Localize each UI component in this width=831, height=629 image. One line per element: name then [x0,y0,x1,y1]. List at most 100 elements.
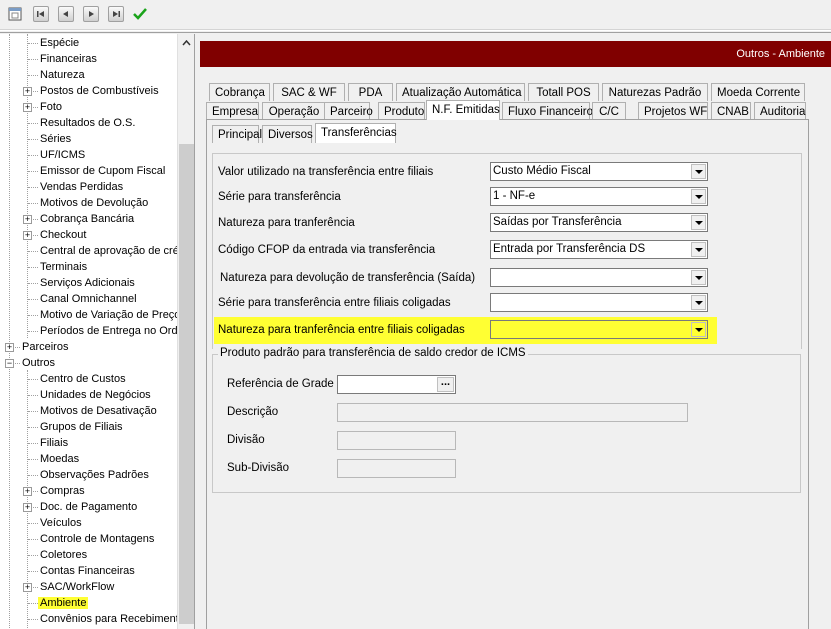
tree-item[interactable]: Coletores [38,547,89,563]
form-select[interactable] [490,293,708,312]
subtab-principal[interactable]: Principal [212,125,262,143]
tree-item[interactable]: Central de aprovação de cré [38,243,181,259]
tab-n-f-emitidas[interactable]: N.F. Emitidas [426,100,500,120]
tree-item[interactable]: Postos de Combustíveis [38,83,161,99]
tree-item[interactable]: Observações Padrões [38,467,151,483]
tree-item[interactable]: Parceiros [20,339,70,355]
tree-item[interactable]: SAC/WorkFlow [38,579,116,595]
tree-item[interactable]: Espécie [38,35,81,51]
tree-item[interactable]: Serviços Adicionais [38,275,137,291]
tree-item[interactable]: Moedas [38,451,81,467]
expand-icon[interactable]: + [5,343,14,352]
scroll-up-icon[interactable] [178,34,194,51]
tree-item-label: Natureza [40,69,85,81]
tree-connector [28,395,38,396]
tree-item[interactable]: Séries [38,131,73,147]
expand-icon[interactable]: + [23,487,32,496]
tree-item[interactable]: Outros [20,355,57,371]
tree-item[interactable]: Motivos de Devolução [38,195,150,211]
grade-input[interactable]: ... [337,375,456,394]
tab-pda[interactable]: PDA [348,83,393,101]
next-record-icon[interactable] [83,6,99,22]
tree-item[interactable]: Controle de Montagens [38,531,156,547]
tree-item[interactable]: Compras [38,483,87,499]
tree-connector [28,555,38,556]
collapse-icon[interactable]: − [5,359,14,368]
tree-item[interactable]: Contas Financeiras [38,563,137,579]
tree-item-label: Motivo de Variação de Preço [40,309,181,321]
tree-item[interactable]: Filiais [38,435,70,451]
form-select[interactable]: 1 - NF-e [490,187,708,206]
tree-item[interactable]: Resultados de O.S. [38,115,137,131]
form-select[interactable]: Custo Médio Fiscal [490,162,708,181]
tab-totall-pos[interactable]: Totall POS [528,83,599,101]
tab-empresa[interactable]: Empresa [206,102,259,120]
tab-parceiro[interactable]: Parceiro [324,102,373,120]
tree-item[interactable]: Convênios para Recebimento [38,611,187,627]
chevron-down-icon[interactable] [691,164,706,179]
tab-cobran-a[interactable]: Cobrança [209,83,270,101]
tree-connector [28,59,38,60]
tree-item[interactable]: Períodos de Entrega no Orde [38,323,186,339]
tree-item[interactable]: Unidades de Negócios [38,387,153,403]
tab-moeda-corrente[interactable]: Moeda Corrente [711,83,805,101]
tab-naturezas-padr-o[interactable]: Naturezas Padrão [602,83,708,101]
tree-item[interactable]: Foto [38,99,64,115]
tree-item[interactable]: Cobrança Bancária [38,211,136,227]
window-icon[interactable] [7,6,23,22]
chevron-down-icon[interactable] [691,215,706,230]
tree-item[interactable]: Veículos [38,515,84,531]
tree-connector [28,331,38,332]
tree-item[interactable]: Ambiente [38,595,89,611]
checkmark-icon[interactable] [132,6,148,22]
tree-item[interactable]: Grupos de Filiais [38,419,125,435]
tab-projetos-wf[interactable]: Projetos WF [638,102,708,120]
chevron-down-icon[interactable] [691,322,706,337]
tree-item[interactable]: Natureza [38,67,87,83]
subtab-transferencias[interactable]: Transferências [315,123,397,143]
tab-opera-o[interactable]: Operação [262,102,326,120]
tree-item[interactable]: Checkout [38,227,88,243]
prev-record-icon[interactable] [58,6,74,22]
expand-icon[interactable]: + [23,503,32,512]
last-record-icon[interactable] [108,6,124,22]
form-select[interactable]: Saídas por Transferência [490,213,708,232]
form-select[interactable] [490,320,708,339]
form-select[interactable] [490,268,708,287]
tree-item[interactable]: Motivo de Variação de Preço [38,307,182,323]
tree-connector [28,523,38,524]
tree-scrollbar[interactable] [177,34,194,629]
tree-item[interactable]: Vendas Perdidas [38,179,125,195]
tab-c-c[interactable]: C/C [592,102,626,120]
tab-fluxo-financeiro[interactable]: Fluxo Financeiro [502,102,593,120]
tab-produto[interactable]: Produto [378,102,425,120]
chevron-down-icon[interactable] [691,189,706,204]
tab-cnab[interactable]: CNAB [711,102,751,120]
form-select[interactable]: Entrada por Transferência DS [490,240,708,259]
tree-item[interactable]: Doc. de Pagamento [38,499,139,515]
expand-icon[interactable]: + [23,215,32,224]
tree-connector [28,203,38,204]
chevron-down-icon[interactable] [691,295,706,310]
subtab-diversos[interactable]: Diversos [262,125,313,143]
first-record-icon[interactable] [33,6,49,22]
chevron-down-icon[interactable] [691,242,706,257]
ellipsis-button[interactable]: ... [437,377,454,392]
chevron-down-icon[interactable] [691,270,706,285]
tab-auditoria[interactable]: Auditoria [754,102,806,120]
tree-item[interactable]: Motivos de Desativação [38,403,159,419]
expand-icon[interactable]: + [23,231,32,240]
navigation-tree[interactable]: Espécie Financeiras Natureza + Postos de Com… [0,34,195,629]
expand-icon[interactable]: + [23,583,32,592]
tree-item[interactable]: Emissor de Cupom Fiscal [38,163,167,179]
tree-item[interactable]: Centro de Custos [38,371,128,387]
scrollbar-thumb[interactable] [179,144,194,624]
tab-sac-wf[interactable]: SAC & WF [273,83,345,101]
expand-icon[interactable]: + [23,103,32,112]
tab-atualiza-o-autom-tica[interactable]: Atualização Automática [396,83,525,101]
tree-item[interactable]: Terminais [38,259,89,275]
tree-item[interactable]: Canal Omnichannel [38,291,139,307]
expand-icon[interactable]: + [23,87,32,96]
tree-item[interactable]: UF/ICMS [38,147,87,163]
tree-item[interactable]: Financeiras [38,51,99,67]
